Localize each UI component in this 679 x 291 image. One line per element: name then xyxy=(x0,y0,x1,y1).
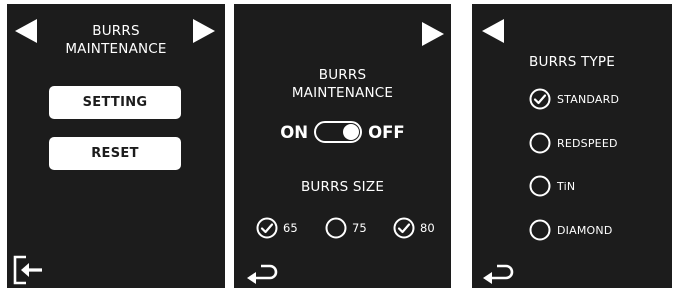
size-option-75[interactable]: 75 xyxy=(325,217,367,239)
type-option-label: REDSPEED xyxy=(557,136,618,150)
checked-circle-icon xyxy=(529,88,551,110)
maintenance-toggle[interactable] xyxy=(314,121,363,143)
toggle-knob xyxy=(343,124,360,140)
size-option-label: 65 xyxy=(283,221,298,235)
burrs-maintenance-menu-screen: BURRS MAINTENANCE SETTING RESET xyxy=(7,4,225,288)
unchecked-circle-icon xyxy=(529,132,551,154)
checked-circle-icon xyxy=(256,217,278,239)
title-line-1: BURRS xyxy=(92,23,140,39)
type-option-diamond[interactable]: DIAMOND xyxy=(529,219,613,241)
title-line-1: BURRS xyxy=(318,67,367,83)
unchecked-circle-icon xyxy=(529,219,551,241)
toggle-on-label: ON xyxy=(280,122,309,142)
arrow-right-icon[interactable] xyxy=(190,18,218,44)
type-option-standard[interactable]: STANDARD xyxy=(529,88,619,110)
type-option-label: TiN xyxy=(557,179,576,193)
burrs-maintenance-settings-screen: BURRS MAINTENANCE ON OFF BURRS SIZE 65 7… xyxy=(234,4,451,288)
arrow-right-icon[interactable] xyxy=(419,21,447,47)
size-option-label: 75 xyxy=(352,221,367,235)
title-line-2: MAINTENANCE xyxy=(291,85,394,101)
checked-circle-icon xyxy=(393,217,415,239)
unchecked-circle-icon xyxy=(325,217,347,239)
unchecked-circle-icon xyxy=(529,175,551,197)
page-title: BURRS MAINTENANCE xyxy=(234,66,451,102)
back-icon[interactable] xyxy=(246,260,280,284)
maintenance-toggle-row: ON OFF xyxy=(234,120,451,144)
size-option-label: 80 xyxy=(420,221,435,235)
type-option-label: STANDARD xyxy=(557,92,620,106)
size-option-80[interactable]: 80 xyxy=(393,217,435,239)
arrow-left-icon[interactable] xyxy=(12,18,40,44)
page-title: BURRS TYPE xyxy=(529,54,615,70)
size-option-65[interactable]: 65 xyxy=(256,217,298,239)
title-line-2: MAINTENANCE xyxy=(65,41,167,57)
toggle-off-label: OFF xyxy=(368,122,405,142)
page-title: BURRS MAINTENANCE xyxy=(47,22,185,58)
back-icon[interactable] xyxy=(482,260,516,284)
reset-button[interactable]: RESET xyxy=(49,137,181,170)
type-option-label: DIAMOND xyxy=(557,223,613,237)
burrs-type-screen: BURRS TYPE STANDARD REDSPEED TiN DIAMOND xyxy=(472,4,672,288)
type-option-tin[interactable]: TiN xyxy=(529,175,575,197)
exit-icon[interactable] xyxy=(13,255,45,285)
arrow-left-icon[interactable] xyxy=(479,18,507,44)
setting-button[interactable]: SETTING xyxy=(49,86,181,119)
burrs-size-label: BURRS SIZE xyxy=(300,179,385,195)
type-option-redspeed[interactable]: REDSPEED xyxy=(529,132,618,154)
